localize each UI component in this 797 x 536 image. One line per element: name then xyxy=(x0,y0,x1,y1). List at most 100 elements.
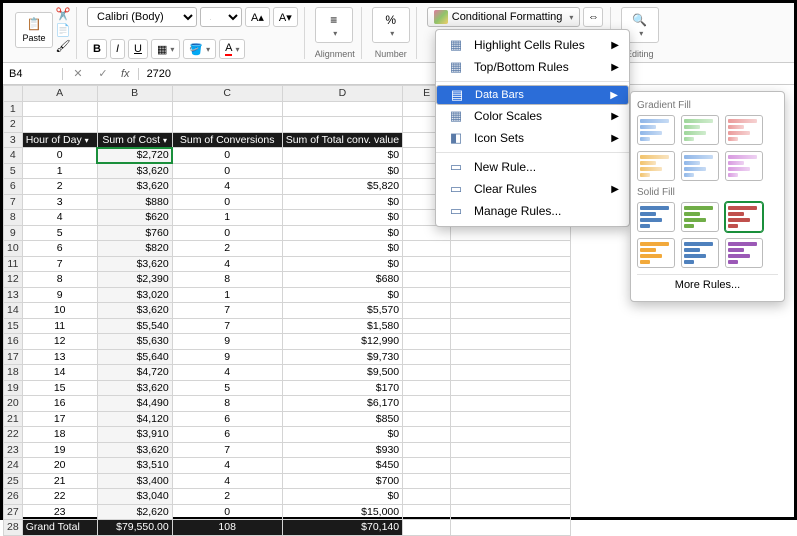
cell[interactable]: 23 xyxy=(22,504,97,520)
fx-label[interactable]: fx xyxy=(113,68,139,80)
cell[interactable] xyxy=(403,303,451,319)
fill-color-button[interactable]: 🪣 xyxy=(183,39,216,59)
format-painter-icon[interactable]: 🖌 xyxy=(56,39,70,53)
col-header[interactable]: A xyxy=(22,86,97,102)
col-header[interactable]: D xyxy=(282,86,402,102)
col-header[interactable]: B xyxy=(97,86,172,102)
cell[interactable]: $0 xyxy=(282,163,402,179)
cell[interactable]: $6,170 xyxy=(282,396,402,412)
databar-swatch[interactable] xyxy=(637,151,675,181)
cell[interactable]: $170 xyxy=(282,380,402,396)
row-header[interactable]: 19 xyxy=(4,380,23,396)
underline-button[interactable]: U xyxy=(128,39,148,59)
row-header[interactable]: 17 xyxy=(4,349,23,365)
cell[interactable] xyxy=(451,272,571,288)
cell[interactable]: 12 xyxy=(22,334,97,350)
row-header[interactable]: 2 xyxy=(4,117,23,133)
cell[interactable] xyxy=(97,101,172,117)
cell[interactable]: 4 xyxy=(172,179,282,195)
databar-swatch[interactable] xyxy=(681,238,719,268)
row-header[interactable]: 27 xyxy=(4,504,23,520)
cell[interactable]: $9,500 xyxy=(282,365,402,381)
cell[interactable]: 4 xyxy=(22,210,97,226)
cancel-formula-icon[interactable]: ✕ xyxy=(63,67,93,80)
cell[interactable]: 0 xyxy=(172,225,282,241)
cell[interactable]: $3,020 xyxy=(97,287,172,303)
cell[interactable]: 9 xyxy=(22,287,97,303)
cell[interactable]: 20 xyxy=(22,458,97,474)
row-header[interactable]: 18 xyxy=(4,365,23,381)
cell[interactable] xyxy=(97,117,172,133)
cell[interactable] xyxy=(282,101,402,117)
cell[interactable]: $0 xyxy=(282,489,402,505)
cell[interactable] xyxy=(403,473,451,489)
row-header[interactable]: 24 xyxy=(4,458,23,474)
cell[interactable] xyxy=(403,427,451,443)
cell[interactable] xyxy=(172,117,282,133)
cell[interactable]: $5,630 xyxy=(97,334,172,350)
cell[interactable]: $0 xyxy=(282,256,402,272)
cell[interactable]: 0 xyxy=(22,148,97,164)
decrease-font-button[interactable]: A▾ xyxy=(273,7,298,27)
cell[interactable]: 7 xyxy=(22,256,97,272)
cell[interactable]: 21 xyxy=(22,473,97,489)
cell[interactable]: $3,620 xyxy=(97,256,172,272)
cell[interactable] xyxy=(451,427,571,443)
cell[interactable] xyxy=(403,272,451,288)
cell[interactable] xyxy=(403,458,451,474)
row-header[interactable]: 15 xyxy=(4,318,23,334)
cell[interactable]: 7 xyxy=(172,303,282,319)
row-header[interactable]: 9 xyxy=(4,225,23,241)
copy-icon[interactable]: 📄 xyxy=(56,23,70,37)
pivot-header[interactable]: Sum of Total conv. value xyxy=(282,132,402,148)
cell[interactable]: 1 xyxy=(22,163,97,179)
cell[interactable]: $2,390 xyxy=(97,272,172,288)
cell[interactable]: 14 xyxy=(22,365,97,381)
cell[interactable]: $850 xyxy=(282,411,402,427)
cell[interactable]: 0 xyxy=(172,194,282,210)
cell[interactable]: $3,620 xyxy=(97,179,172,195)
menu-color-scales[interactable]: ▦Color Scales▶ xyxy=(436,105,629,127)
databar-swatch[interactable] xyxy=(637,202,675,232)
cell[interactable]: $700 xyxy=(282,473,402,489)
databar-swatch[interactable] xyxy=(725,151,763,181)
cell[interactable] xyxy=(451,489,571,505)
menu-data-bars[interactable]: ▤Data Bars▶ xyxy=(436,85,629,105)
cell[interactable]: 0 xyxy=(172,504,282,520)
cell[interactable]: 18 xyxy=(22,427,97,443)
cell[interactable]: 4 xyxy=(172,473,282,489)
total-cell[interactable]: Grand Total xyxy=(22,520,97,536)
cell[interactable] xyxy=(451,303,571,319)
cell[interactable]: 7 xyxy=(172,442,282,458)
cell[interactable]: $3,510 xyxy=(97,458,172,474)
cell[interactable]: 2 xyxy=(172,489,282,505)
databar-swatch[interactable] xyxy=(681,151,719,181)
increase-font-button[interactable]: A▴ xyxy=(245,7,270,27)
databar-swatch[interactable] xyxy=(637,238,675,268)
row-header[interactable]: 4 xyxy=(4,148,23,164)
cell[interactable]: $0 xyxy=(282,287,402,303)
row-header[interactable]: 7 xyxy=(4,194,23,210)
cell[interactable]: 16 xyxy=(22,396,97,412)
cell[interactable] xyxy=(451,473,571,489)
cell[interactable]: $880 xyxy=(97,194,172,210)
pivot-header[interactable]: Sum of Cost ▾ xyxy=(97,132,172,148)
menu-manage-rules[interactable]: ▭Manage Rules... xyxy=(436,200,629,222)
cell[interactable]: $15,000 xyxy=(282,504,402,520)
cell[interactable]: $3,400 xyxy=(97,473,172,489)
cell[interactable]: $760 xyxy=(97,225,172,241)
cell[interactable] xyxy=(403,318,451,334)
row-header[interactable]: 28 xyxy=(4,520,23,536)
font-size-select[interactable]: 12 xyxy=(200,7,242,27)
cell[interactable]: 5 xyxy=(22,225,97,241)
row-header[interactable]: 5 xyxy=(4,163,23,179)
row-header[interactable]: 6 xyxy=(4,179,23,195)
number-format-button[interactable]: % xyxy=(372,7,410,43)
cell[interactable] xyxy=(451,287,571,303)
row-header[interactable]: 16 xyxy=(4,334,23,350)
cell[interactable] xyxy=(403,256,451,272)
menu-icon-sets[interactable]: ◧Icon Sets▶ xyxy=(436,127,629,149)
paste-button[interactable]: 📋 Paste xyxy=(15,12,53,48)
cell[interactable]: 11 xyxy=(22,318,97,334)
cell[interactable]: 2 xyxy=(172,241,282,257)
